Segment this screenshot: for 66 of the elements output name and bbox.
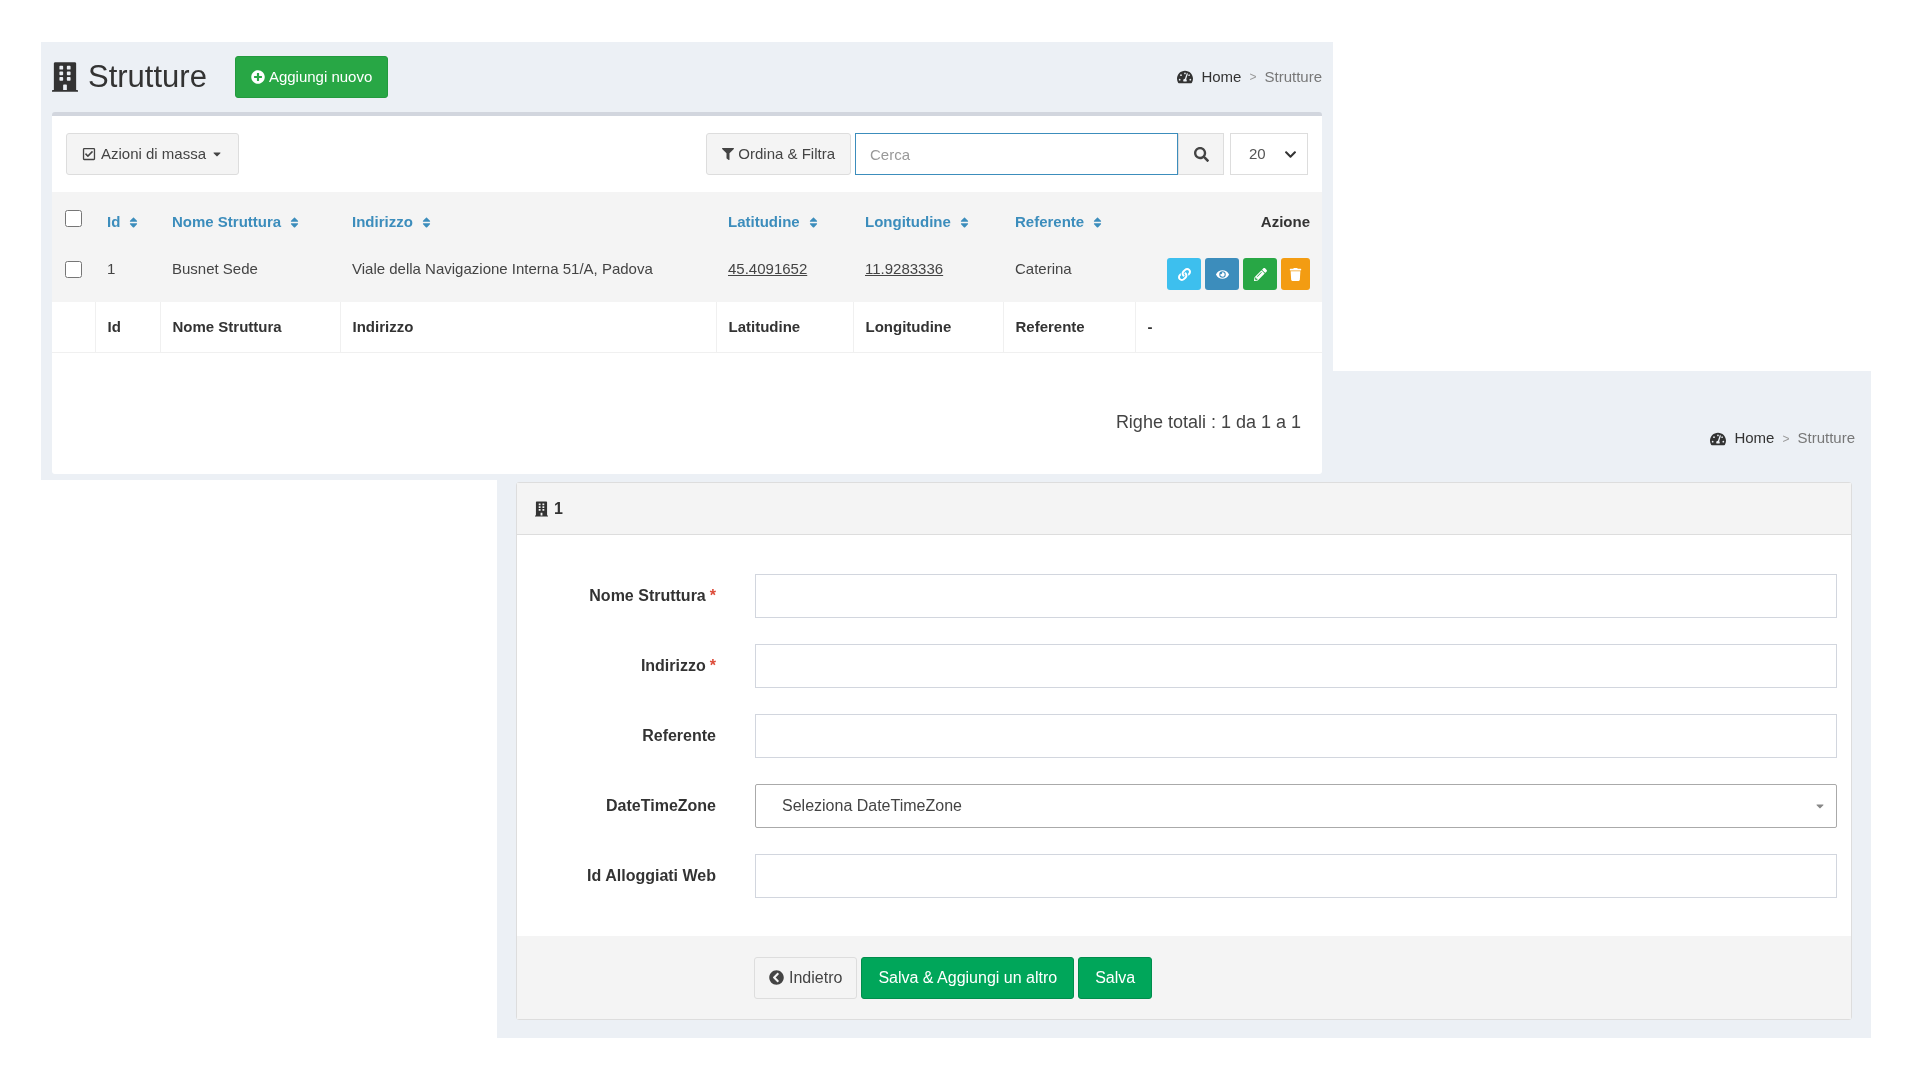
breadcrumb-item: Strutture xyxy=(1797,428,1855,449)
sort-icon xyxy=(420,215,432,229)
footer-cell: Nome Struttura xyxy=(172,317,282,335)
field-label: Nome Struttura xyxy=(589,587,706,604)
text-input-field[interactable] xyxy=(755,854,1837,898)
table-cell: 1 xyxy=(107,260,116,277)
column-header: Azione xyxy=(1260,212,1310,230)
link-button[interactable] xyxy=(1167,258,1201,290)
panel-title: 1 xyxy=(554,498,563,519)
plus-icon xyxy=(250,70,265,84)
trash-icon xyxy=(1289,267,1302,281)
edit-button[interactable] xyxy=(1243,258,1277,290)
sort-icon xyxy=(958,215,970,229)
footer-cell: Referente xyxy=(1015,317,1085,335)
back-button[interactable]: Indietro xyxy=(754,956,858,999)
eye-icon xyxy=(1215,267,1229,281)
coordinate-link[interactable]: 45.4091652 xyxy=(728,260,808,277)
text-input-field[interactable] xyxy=(755,644,1837,688)
text-input-field[interactable] xyxy=(755,714,1837,758)
breadcrumb-separator: > xyxy=(1782,430,1790,448)
page-title: Strutture xyxy=(88,57,207,96)
required-asterisk: * xyxy=(709,587,716,604)
select-all-checkbox[interactable] xyxy=(65,210,82,228)
sort-icon xyxy=(1092,215,1104,229)
back-icon xyxy=(769,970,784,985)
filter-icon xyxy=(722,148,735,160)
text-input-field[interactable] xyxy=(755,574,1837,618)
total-rows-text: Righe totali : 1 da 1 a 1 xyxy=(1115,410,1301,434)
sort-icon xyxy=(128,215,140,229)
row-checkbox[interactable] xyxy=(65,261,82,278)
table-cell: Caterina xyxy=(1015,260,1072,277)
page-size-select[interactable]: 20 xyxy=(1230,133,1308,175)
building-icon xyxy=(535,500,548,517)
footer-cell: Id xyxy=(107,317,121,335)
breadcrumb-item[interactable]: Home xyxy=(1201,65,1242,89)
sort-icon xyxy=(807,215,819,229)
sort-filter-button[interactable]: Ordina & Filtra xyxy=(706,133,851,175)
view-button[interactable] xyxy=(1205,258,1239,290)
link-icon xyxy=(1177,267,1191,281)
footer-cell: Latitudine xyxy=(728,317,801,335)
breadcrumb-separator: > xyxy=(1249,69,1257,86)
required-asterisk: * xyxy=(709,657,716,674)
search-icon xyxy=(1193,146,1209,162)
pencil-icon xyxy=(1253,267,1267,281)
footer-cell: Indirizzo xyxy=(352,317,414,335)
field-label: Id Alloggiati Web xyxy=(587,867,716,884)
search-field[interactable]: Cerca xyxy=(855,133,1178,175)
breadcrumb-item: Strutture xyxy=(1264,66,1322,87)
coordinate-link[interactable]: 11.9283336 xyxy=(865,260,944,277)
field-label: DateTimeZone xyxy=(606,797,716,814)
building-icon xyxy=(52,61,78,93)
delete-button[interactable] xyxy=(1281,258,1310,290)
table-cell: Viale della Navigazione Interna 51/A, Padova xyxy=(352,260,653,277)
checkbox-icon xyxy=(82,147,96,161)
timezone-select[interactable]: Seleziona DateTimeZone xyxy=(755,784,1837,828)
field-label: Indirizzo xyxy=(640,657,706,674)
dashboard-icon xyxy=(1177,69,1194,85)
footer-cell: Longitudine xyxy=(865,317,952,335)
footer-cell: - xyxy=(1147,317,1153,335)
search-button[interactable] xyxy=(1178,133,1224,175)
dashboard-icon xyxy=(1710,430,1727,447)
field-label: Referente xyxy=(642,727,716,744)
table-cell: Busnet Sede xyxy=(172,260,258,277)
sort-icon xyxy=(289,215,301,229)
bulk-actions-button[interactable]: Azioni di massa xyxy=(66,133,240,175)
breadcrumb-item[interactable]: Home xyxy=(1734,427,1775,450)
